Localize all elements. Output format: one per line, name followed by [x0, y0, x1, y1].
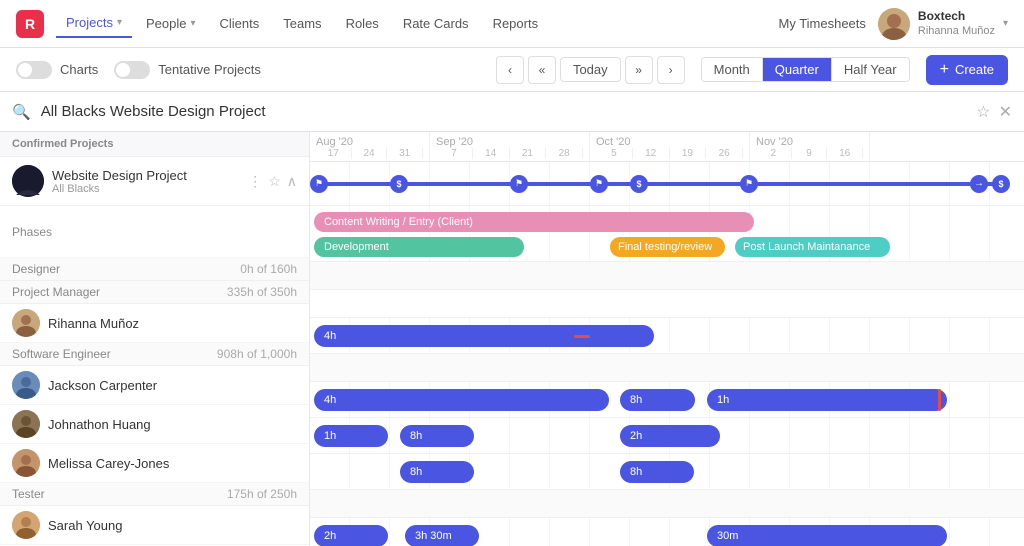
main-content: Confirmed Projects Website Design Projec…	[0, 132, 1024, 546]
month-button[interactable]: Month	[702, 58, 763, 81]
melissa-name: Melissa Carey-Jones	[48, 456, 297, 471]
more-icon[interactable]: ⋮	[248, 173, 262, 190]
nav-controls: ‹ « Today » ›	[496, 56, 685, 84]
charts-label: Charts	[60, 62, 98, 77]
jackson-avatar	[12, 371, 40, 399]
people-chevron-icon: ▾	[190, 18, 195, 29]
tentative-label: Tentative Projects	[158, 62, 261, 77]
project-actions: ⋮ ☆ ∧	[248, 173, 297, 190]
search-icon: 🔍	[12, 103, 31, 121]
nav-projects[interactable]: Projects ▾	[56, 9, 132, 38]
half-year-button[interactable]: Half Year	[832, 58, 909, 81]
nav-rate-cards[interactable]: Rate Cards	[393, 10, 479, 37]
star-icon[interactable]: ☆	[976, 102, 990, 122]
toolbar: Charts Tentative Projects ‹ « Today » › …	[0, 48, 1024, 92]
melissa-avatar	[12, 449, 40, 477]
se-role-row: Software Engineer 908h of 1,000h	[0, 343, 309, 366]
gantt-chart: Aug '20 17 24 31 Sep '20 7 14 21 28	[310, 132, 1024, 546]
pm-hours: 335h of 350h	[227, 285, 297, 299]
johnathon-avatar	[12, 410, 40, 438]
top-nav: R Projects ▾ People ▾ Clients Teams Role…	[0, 0, 1024, 48]
tester-role-row: Tester 175h of 250h	[0, 483, 309, 506]
create-plus-icon: +	[940, 61, 949, 79]
user-info: Boxtech Rihanna Muñoz	[918, 9, 995, 39]
confirmed-section-header: Confirmed Projects	[0, 132, 309, 157]
collapse-icon[interactable]: ∧	[287, 173, 297, 190]
project-avatar	[12, 165, 44, 197]
rihanna-avatar	[12, 309, 40, 337]
designer-hours: 0h of 160h	[240, 262, 297, 276]
my-timesheets-link[interactable]: My Timesheets	[778, 16, 865, 31]
sarah-name: Sarah Young	[48, 518, 297, 533]
nav-reports[interactable]: Reports	[483, 10, 549, 37]
fast-next-button[interactable]: »	[625, 56, 653, 84]
johnathon-row: Johnathon Huang	[0, 405, 309, 444]
jackson-row: Jackson Carpenter	[0, 366, 309, 405]
nav-people[interactable]: People ▾	[136, 10, 206, 37]
period-selector: Month Quarter Half Year	[701, 57, 910, 82]
rihanna-name: Rihanna Muñoz	[48, 316, 297, 331]
pm-role-row: Project Manager 335h of 350h	[0, 281, 309, 304]
johnathon-name: Johnathon Huang	[48, 417, 297, 432]
fast-prev-button[interactable]: «	[528, 56, 556, 84]
next-button[interactable]: ›	[657, 56, 685, 84]
user-menu-chevron-icon: ▾	[1003, 18, 1008, 29]
nav-clients[interactable]: Clients	[210, 10, 270, 37]
tentative-toggle-group: Tentative Projects	[114, 61, 261, 79]
nav-teams[interactable]: Teams	[273, 10, 331, 37]
search-value[interactable]: All Blacks Website Design Project	[41, 103, 967, 120]
tester-hours: 175h of 250h	[227, 487, 297, 501]
project-client: All Blacks	[52, 183, 240, 195]
phases-row: Phases	[0, 206, 309, 258]
project-info: Website Design Project All Blacks	[52, 168, 240, 195]
star-project-icon[interactable]: ☆	[268, 173, 281, 190]
melissa-row: Melissa Carey-Jones	[0, 444, 309, 483]
projects-chevron-icon: ▾	[117, 17, 122, 28]
phases-label: Phases	[12, 225, 52, 239]
designer-role-label: Designer	[12, 262, 240, 276]
quarter-button[interactable]: Quarter	[763, 58, 832, 81]
avatar	[878, 8, 910, 40]
nav-roles[interactable]: Roles	[336, 10, 389, 37]
project-name: Website Design Project	[52, 168, 240, 183]
app-logo: R	[16, 10, 44, 38]
se-hours: 908h of 1,000h	[217, 347, 297, 361]
prev-button[interactable]: ‹	[496, 56, 524, 84]
today-button[interactable]: Today	[560, 57, 621, 82]
project-row: Website Design Project All Blacks ⋮ ☆ ∧	[0, 157, 309, 206]
create-button[interactable]: + Create	[926, 55, 1008, 85]
sarah-avatar	[12, 511, 40, 539]
charts-toggle-group: Charts	[16, 61, 98, 79]
jackson-name: Jackson Carpenter	[48, 378, 297, 393]
user-menu[interactable]: Boxtech Rihanna Muñoz ▾	[878, 8, 1008, 40]
rihanna-row: Rihanna Muñoz	[0, 304, 309, 343]
pm-role-label: Project Manager	[12, 285, 227, 299]
tentative-toggle[interactable]	[114, 61, 150, 79]
charts-toggle[interactable]	[16, 61, 52, 79]
designer-role-row: Designer 0h of 160h	[0, 258, 309, 281]
close-icon[interactable]: ✕	[999, 102, 1012, 122]
search-bar: 🔍 All Blacks Website Design Project ☆ ✕	[0, 92, 1024, 132]
left-panel: Confirmed Projects Website Design Projec…	[0, 132, 310, 546]
se-role-label: Software Engineer	[12, 347, 217, 361]
sarah-row: Sarah Young	[0, 506, 309, 545]
tester-role-label: Tester	[12, 487, 227, 501]
